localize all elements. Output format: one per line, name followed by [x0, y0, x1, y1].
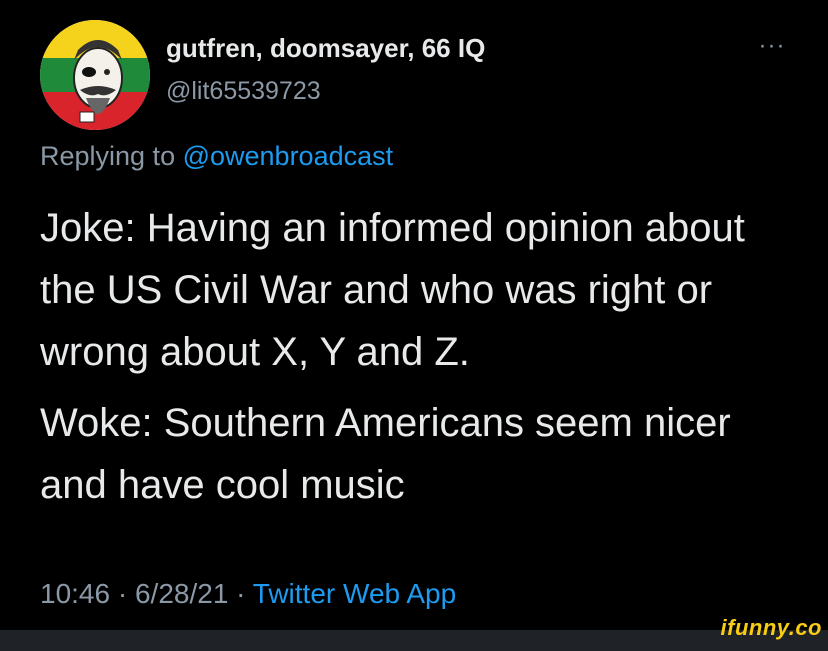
tweet-metadata: 10:46 · 6/28/21 · Twitter Web App [40, 578, 456, 610]
profile-avatar[interactable] [40, 20, 150, 130]
source-app-link[interactable]: Twitter Web App [253, 578, 456, 609]
ifunny-watermark: ifunny.co [720, 615, 822, 640]
tweet-text: Joke: Having an informed opinion about t… [40, 197, 800, 516]
display-name[interactable]: gutfren, doomsayer, 66 IQ [166, 33, 485, 64]
replying-prefix: Replying to [40, 141, 183, 171]
replying-to-mention-link[interactable]: @owenbroadcast [183, 141, 394, 171]
meta-separator: · [110, 578, 135, 609]
user-handle[interactable]: @lit65539723 [166, 77, 321, 106]
tweet-paragraph: Woke: Southern Americans seem nicer and … [40, 401, 731, 507]
watermark-bar [0, 630, 828, 651]
meta-separator: · [228, 578, 253, 609]
more-horizontal-icon[interactable]: ··· [754, 34, 790, 58]
replying-to-line: Replying to @owenbroadcast [40, 141, 393, 172]
tweet-date[interactable]: 6/28/21 [135, 578, 228, 609]
tweet-time[interactable]: 10:46 [40, 578, 110, 609]
tweet-paragraph: Joke: Having an informed opinion about t… [40, 206, 745, 374]
